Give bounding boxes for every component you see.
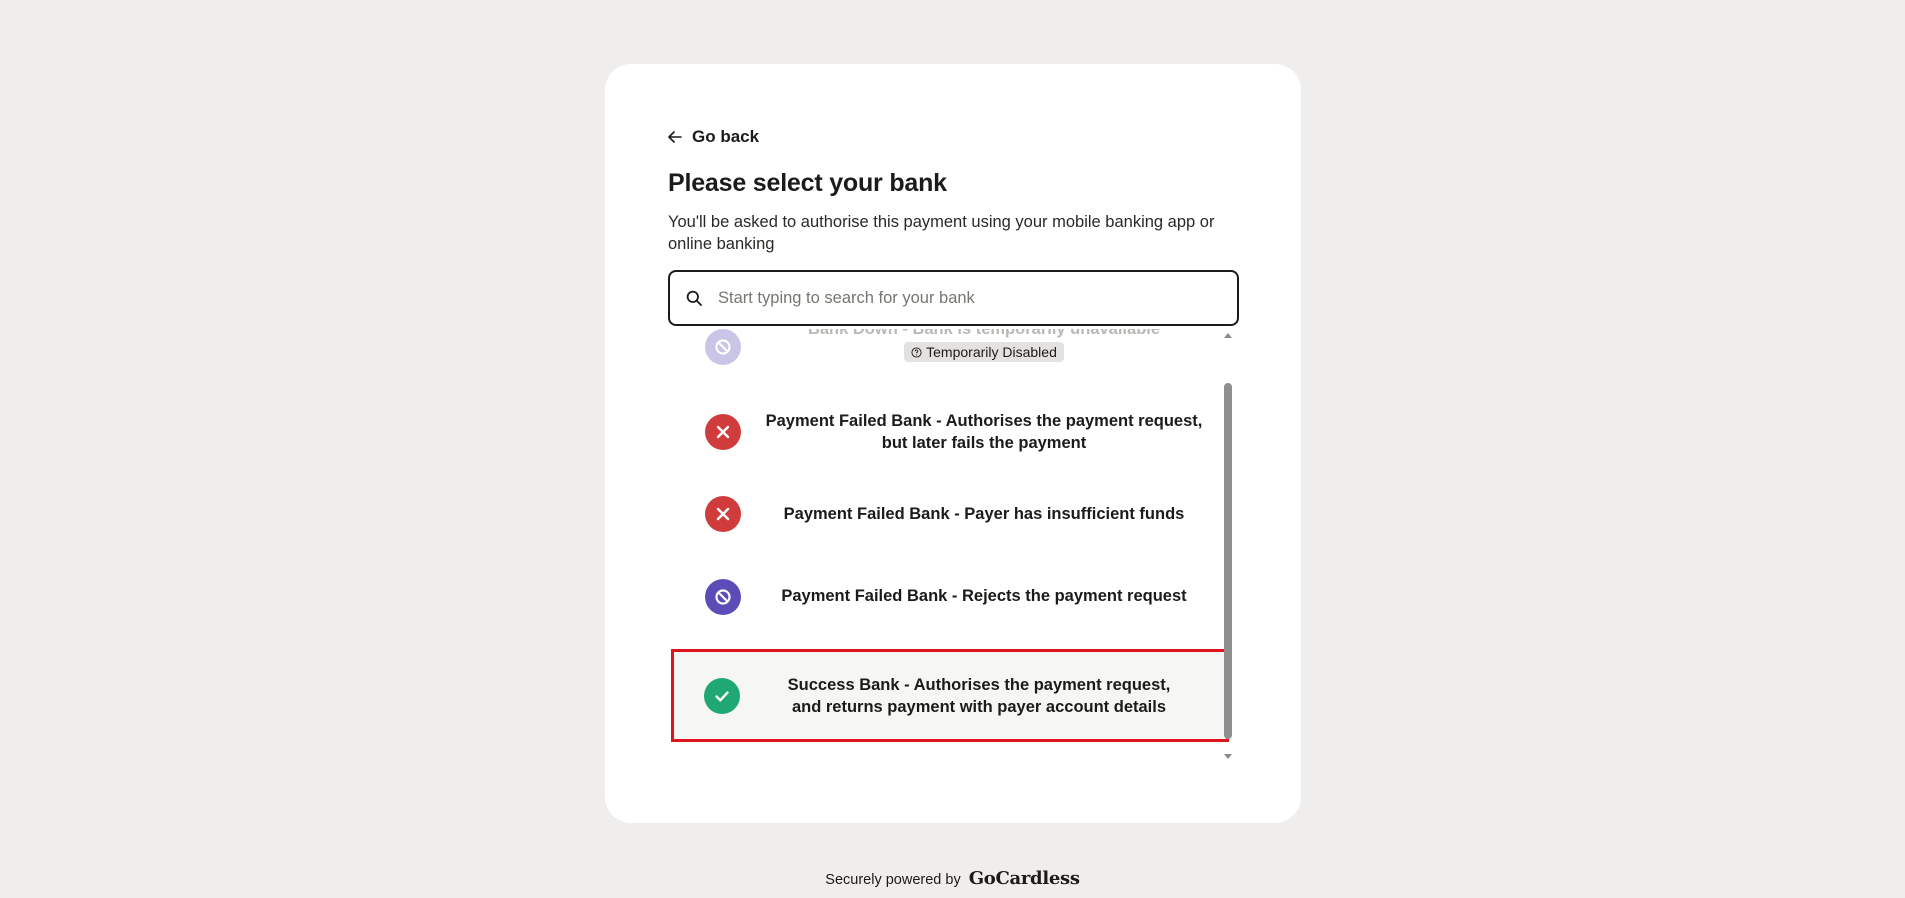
bank-option-bank-down: Bank Down - Bank is temporarily unavaila… — [673, 329, 1229, 382]
page-title: Please select your bank — [668, 169, 947, 197]
bank-search-input[interactable] — [718, 288, 1237, 308]
page-subtitle: You'll be asked to authorise this paymen… — [668, 213, 1215, 253]
bank-list[interactable]: Bank Down - Bank is temporarily unavaila… — [667, 329, 1243, 753]
footer: Securely powered by GoCardless — [0, 868, 1905, 889]
status-badge-label: Temporarily Disabled — [926, 344, 1057, 360]
bank-label: Payment Failed Bank - Authorises the pay… — [765, 412, 1203, 452]
bank-label: Payment Failed Bank - Rejects the paymen… — [781, 587, 1187, 605]
status-badge: Temporarily Disabled — [904, 342, 1064, 362]
check-icon — [704, 678, 740, 714]
go-back-label: Go back — [692, 127, 760, 146]
bank-option-rejects-request[interactable]: Payment Failed Bank - Rejects the paymen… — [673, 555, 1229, 637]
card-content: Go back Please select your bank You'll b… — [668, 126, 1239, 326]
bank-label: Bank Down - Bank is temporarily unavaila… — [807, 329, 1161, 338]
cross-icon — [705, 414, 741, 450]
bank-option-success[interactable]: Success Bank - Authorises the payment re… — [671, 649, 1229, 742]
scroll-down-arrow[interactable] — [1224, 754, 1232, 759]
bank-option-payment-failed-later[interactable]: Payment Failed Bank - Authorises the pay… — [673, 391, 1229, 473]
bank-label: Success Bank - Authorises the payment re… — [787, 676, 1171, 716]
question-circle-icon — [911, 346, 922, 358]
scroll-up-arrow[interactable] — [1224, 333, 1232, 338]
scrollbar-thumb[interactable] — [1224, 383, 1232, 739]
go-back-link[interactable]: Go back — [668, 126, 759, 148]
arrow-left-icon — [668, 131, 682, 143]
block-icon — [705, 579, 741, 615]
bank-option-insufficient-funds[interactable]: Payment Failed Bank - Payer has insuffic… — [673, 473, 1229, 555]
cross-icon — [705, 496, 741, 532]
gocardless-logo: GoCardless — [968, 868, 1080, 889]
bank-search-box[interactable] — [668, 270, 1239, 326]
block-icon — [705, 329, 741, 365]
bank-selection-card: Go back Please select your bank You'll b… — [605, 64, 1301, 823]
bank-list-scrollbar[interactable] — [1222, 331, 1234, 759]
search-icon — [686, 290, 702, 306]
bank-label: Payment Failed Bank - Payer has insuffic… — [783, 505, 1185, 523]
powered-by-text: Securely powered by — [825, 872, 961, 888]
